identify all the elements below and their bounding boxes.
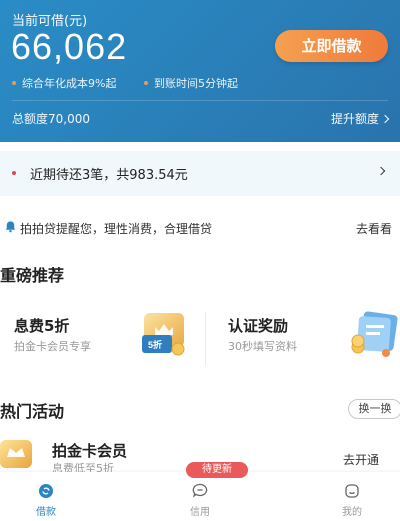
featured-title: 重磅推荐 xyxy=(0,266,65,285)
alert-dot-icon xyxy=(12,171,16,175)
activity-title: 拍金卡会员 xyxy=(52,442,128,460)
promo-card-title: 认证奖励 xyxy=(228,317,289,335)
tab-label: 借款 xyxy=(36,507,56,518)
arrival-note: 到账时间5分钟起 xyxy=(143,77,238,90)
total-quota: 总额度70,000 xyxy=(12,112,90,126)
notice-more-link[interactable]: 去看看 xyxy=(356,220,392,237)
rate-note: 综合年化成本9%起 xyxy=(12,77,116,90)
svg-text:5折: 5折 xyxy=(148,339,162,350)
tab-credit[interactable]: 信用 xyxy=(160,472,240,521)
verify-reward-icon xyxy=(351,311,398,357)
raise-quota-link[interactable]: 提升额度 xyxy=(330,110,390,127)
credit-icon xyxy=(192,483,208,498)
loan-notes: 综合年化成本9%起 到账时间5分钟起 xyxy=(12,75,262,91)
chevron-right-icon xyxy=(380,114,390,124)
swap-button[interactable]: 换一换 xyxy=(348,399,400,419)
profile-icon xyxy=(345,484,359,498)
promo-card-title: 息费5折 xyxy=(14,317,70,335)
featured-cards: 息费5折 拍金卡会员专享 5折 认证奖励 30秒填写资料 xyxy=(0,303,400,377)
borrow-now-button[interactable]: 立即借款 xyxy=(275,30,388,62)
promo-card-discount[interactable]: 息费5折 拍金卡会员专享 5折 xyxy=(0,303,200,377)
tab-loan[interactable]: 借款 xyxy=(6,472,86,521)
bell-icon xyxy=(5,221,16,233)
raise-quota-label: 提升额度 xyxy=(330,112,379,126)
notice-text: 拍拍贷提醒您，理性消费，合理借贷 xyxy=(20,222,213,236)
tab-label: 我的 xyxy=(342,507,362,518)
header-banner: 当前可借(元) 66,062 立即借款 综合年化成本9%起 到账时间5分钟起 总… xyxy=(0,0,400,142)
gold-card-icon: 5折 xyxy=(142,313,185,356)
repayment-text: 近期待还3笔，共983.54元 xyxy=(30,168,188,183)
promo-card-subtitle: 30秒填写资料 xyxy=(228,340,297,353)
crown-icon xyxy=(0,440,32,468)
notice-bar: 拍拍贷提醒您，理性消费，合理借贷 去看看 xyxy=(0,218,400,238)
promo-card-subtitle: 拍金卡会员专享 xyxy=(14,340,91,353)
promo-card-verify[interactable]: 认证奖励 30秒填写资料 xyxy=(212,303,400,377)
activate-button[interactable]: 去开通 xyxy=(343,451,379,468)
bullet-icon xyxy=(143,81,148,85)
tab-profile[interactable]: 我的 xyxy=(312,472,392,521)
update-badge: 待更新 xyxy=(186,462,248,478)
header-divider xyxy=(12,100,388,101)
bottom-tab-bar: 借款 信用 我的 xyxy=(0,472,400,521)
tab-label: 信用 xyxy=(190,507,210,518)
bullet-icon xyxy=(12,81,16,85)
loan-icon xyxy=(39,484,53,498)
hot-title: 热门活动 xyxy=(0,402,65,421)
card-divider xyxy=(205,312,206,366)
repayment-reminder[interactable]: 近期待还3笔，共983.54元 xyxy=(0,151,400,196)
available-amount: 66,062 xyxy=(11,26,128,67)
chevron-right-icon xyxy=(376,166,386,176)
